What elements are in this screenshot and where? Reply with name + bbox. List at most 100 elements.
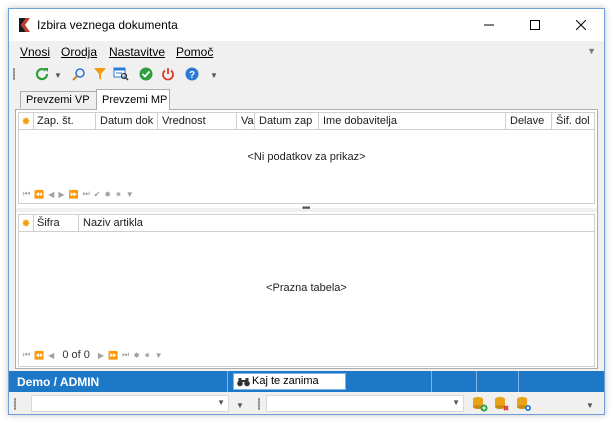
search-icon <box>72 68 85 81</box>
close-icon <box>576 20 586 30</box>
menu-pomoc[interactable]: Pomoč <box>176 45 213 59</box>
grid-header: ✸ Šifra Naziv artikla <box>19 215 594 232</box>
menu-bar: Vnosi Orodja Nastavitve Pomoč ▼ <box>9 42 604 62</box>
minimize-icon <box>484 24 494 26</box>
binoculars-icon <box>237 378 250 387</box>
status-separator <box>518 371 519 392</box>
report-button[interactable] <box>112 65 130 83</box>
col-naziv-artikla[interactable]: Naziv artikla <box>79 215 594 231</box>
confirm-button[interactable] <box>137 65 155 83</box>
maximize-button[interactable] <box>512 9 558 41</box>
filter-icon <box>94 68 106 80</box>
grid-navigator: ⏮ ⏪ ◀ 0 of 0 ▶ ⏩ ⏭ ✸ ✷ ▼ <box>23 349 163 361</box>
exit-button[interactable] <box>159 65 177 83</box>
grid-splitter[interactable]: ••• <box>16 203 597 214</box>
record-counter: 0 of 0 <box>62 349 90 361</box>
col-delave[interactable]: Delave <box>506 113 552 129</box>
col-sif-dol[interactable]: Šif. dol <box>552 113 594 129</box>
col-sifra[interactable]: Šifra <box>33 215 79 231</box>
refresh-dropdown-icon[interactable]: ▼ <box>54 71 62 80</box>
toolbar-overflow-icon[interactable]: ▼ <box>210 71 218 80</box>
chevron-down-icon: ▼ <box>452 398 460 407</box>
grid-header: ✸ Zap. št. Datum dok Vrednost Va Datum z… <box>19 113 594 130</box>
next-record-icon[interactable]: ▶ <box>98 351 104 360</box>
col-vrednost[interactable]: Vrednost <box>158 113 237 129</box>
prev-record-icon[interactable]: ◀ <box>48 351 54 360</box>
col-datum-dok[interactable]: Datum dok <box>96 113 158 129</box>
prev-record-icon[interactable]: ◀ <box>48 190 54 199</box>
last-record-icon[interactable]: ⏭ <box>82 189 89 199</box>
menu-overflow-icon[interactable]: ▼ <box>587 46 596 56</box>
secondary-combo[interactable]: ▼ <box>266 395 464 412</box>
status-separator <box>476 371 477 392</box>
filter-nav-icon[interactable]: ▼ <box>155 351 163 360</box>
next-page-icon[interactable]: ⏩ <box>108 351 118 360</box>
append-icon[interactable]: ✸ <box>133 351 140 360</box>
prev-page-icon[interactable]: ⏪ <box>34 351 44 360</box>
database-settings-icon[interactable] <box>516 396 532 412</box>
menu-orodja[interactable]: Orodja <box>61 45 97 59</box>
last-record-icon[interactable]: ⏭ <box>122 350 129 360</box>
status-separator <box>227 371 228 392</box>
tab-prevzemi-vp[interactable]: Prevzemi VP <box>20 91 97 108</box>
bar-grip[interactable] <box>14 398 16 410</box>
bar-dropdown-icon[interactable]: ▼ <box>236 401 244 410</box>
refresh-icon <box>35 67 49 81</box>
menu-vnosi[interactable]: Vnosi <box>20 45 50 59</box>
chevron-down-icon: ▼ <box>217 398 225 407</box>
app-logo-icon <box>19 18 30 32</box>
empty-table-message: <Prazna tabela> <box>266 282 347 294</box>
documents-grid[interactable]: ✸ Zap. št. Datum dok Vrednost Va Datum z… <box>18 112 595 204</box>
status-bar: Demo / ADMIN Kaj te zanima <box>9 371 604 392</box>
items-grid[interactable]: ✸ Šifra Naziv artikla <Prazna tabela> ⏮ … <box>18 214 595 367</box>
toolbar: ▼ ? ▼ <box>9 63 604 85</box>
ok-icon <box>139 67 153 81</box>
next-record-icon[interactable]: ▶ <box>58 190 64 199</box>
toolbar-grip[interactable] <box>13 68 15 80</box>
grid-navigator: ⏮ ⏪ ◀ ▶ ⏩ ⏭ ✔ ✸ ✷ ▼ <box>23 188 134 200</box>
append-icon[interactable]: ✸ <box>104 190 111 199</box>
window-title: Izbira veznega dokumenta <box>37 18 178 32</box>
svg-text:?: ? <box>189 70 195 81</box>
filter-button[interactable] <box>91 65 109 83</box>
power-icon <box>162 68 174 81</box>
bar-overflow-icon[interactable]: ▼ <box>586 401 594 410</box>
filter-nav-icon[interactable]: ▼ <box>126 190 134 199</box>
new-row-star-icon[interactable]: ✸ <box>19 215 34 231</box>
help-icon: ? <box>185 67 199 81</box>
menu-nastavitve[interactable]: Nastavitve <box>109 45 165 59</box>
first-record-icon[interactable]: ⏮ <box>23 189 30 199</box>
help-search-box[interactable]: Kaj te zanima <box>233 373 346 390</box>
col-datum-zap[interactable]: Datum zap <box>255 113 319 129</box>
dialog-window: Izbira veznega dokumenta Vnosi Orodja Na… <box>8 8 605 415</box>
tab-panel: ✸ Zap. št. Datum dok Vrednost Va Datum z… <box>15 109 598 369</box>
refresh-button[interactable] <box>33 65 51 83</box>
close-button[interactable] <box>558 9 604 41</box>
new-row-star-icon[interactable]: ✸ <box>19 113 34 129</box>
user-context-label: Demo / ADMIN <box>17 375 100 389</box>
next-page-icon[interactable]: ⏩ <box>68 190 78 199</box>
col-ime-dobavitelja[interactable]: Ime dobavitelja <box>319 113 506 129</box>
database-remove-icon[interactable] <box>494 396 510 412</box>
post-edit-icon[interactable]: ✔ <box>94 190 101 199</box>
first-record-icon[interactable]: ⏮ <box>23 350 30 360</box>
maximize-icon <box>530 20 540 30</box>
col-zap-st[interactable]: Zap. št. <box>33 113 96 129</box>
database-add-icon[interactable] <box>472 396 488 412</box>
search-button[interactable] <box>70 65 88 83</box>
empty-grid-message: <Ni podatkov za prikaz> <box>247 151 366 163</box>
tab-prevzemi-mp[interactable]: Prevzemi MP <box>96 89 170 110</box>
report-icon <box>113 67 129 81</box>
bottom-bar: ▼ ▼ ▼ ▼ <box>9 393 604 414</box>
help-button[interactable]: ? <box>183 65 201 83</box>
col-va[interactable]: Va <box>237 113 255 129</box>
prev-page-icon[interactable]: ⏪ <box>34 190 44 199</box>
bar-grip[interactable] <box>258 398 260 410</box>
help-search-text: Kaj te zanima <box>252 375 319 387</box>
title-bar: Izbira veznega dokumenta <box>9 9 604 41</box>
context-combo[interactable]: ▼ <box>31 395 229 412</box>
append-copy-icon[interactable]: ✷ <box>115 190 122 199</box>
append-copy-icon[interactable]: ✷ <box>144 351 151 360</box>
status-separator <box>431 371 432 392</box>
minimize-button[interactable] <box>466 9 512 41</box>
